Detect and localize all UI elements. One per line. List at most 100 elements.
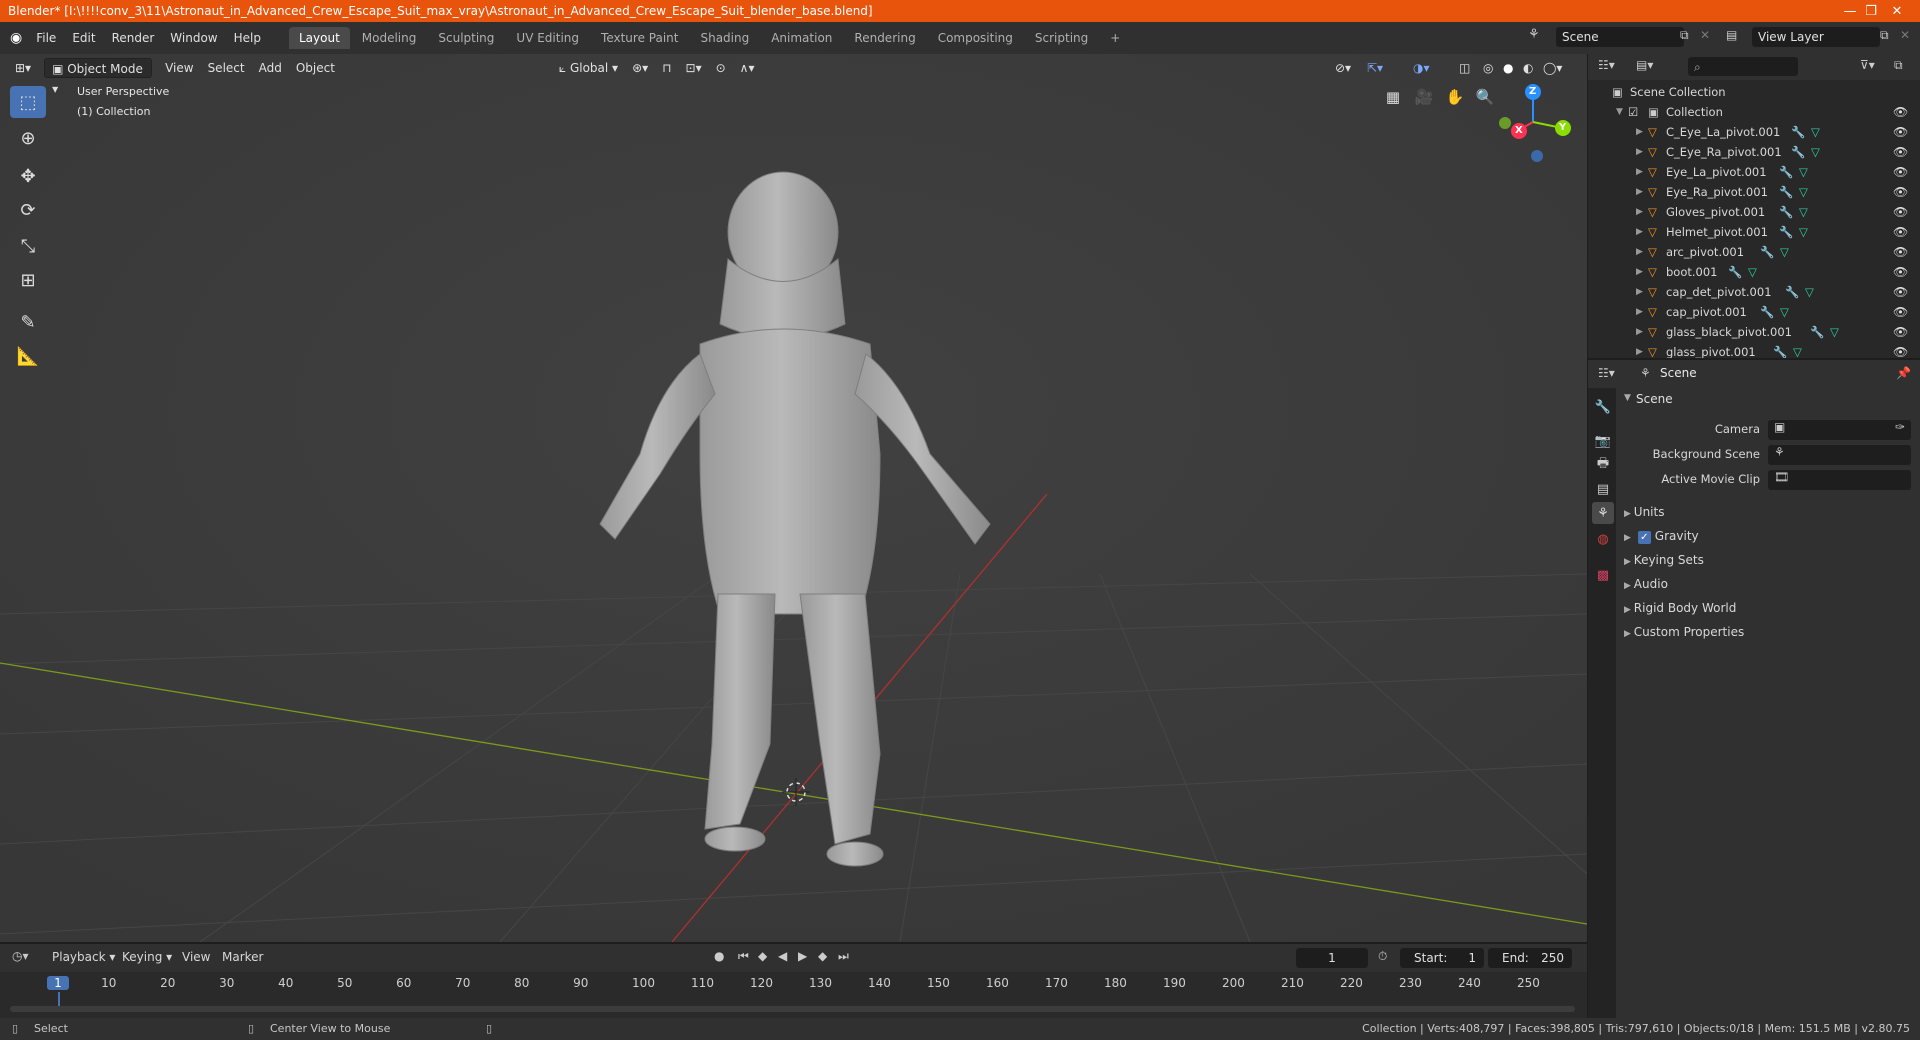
menu-playback[interactable]: Playback ▾	[52, 950, 115, 964]
scene-panel-triangle-icon[interactable]: ▼	[1624, 393, 1631, 403]
prev-keyframe-icon[interactable]: ◆	[758, 949, 767, 963]
expand-triangle-icon[interactable]: ▶	[1636, 242, 1643, 262]
rotate-tool[interactable]: ⟳	[10, 194, 46, 226]
move-tool[interactable]: ✥	[10, 160, 46, 192]
outliner-object-row[interactable]: ▶ ▽ Helmet_pivot.001 🔧 ▽ 👁	[1588, 222, 1920, 242]
end-frame-field[interactable]: End: 250	[1488, 948, 1572, 968]
mesh-data-icon[interactable]: ▽	[1799, 182, 1808, 202]
delete-view-layer-icon[interactable]: ✕	[1900, 28, 1910, 42]
background-scene-field[interactable]: ⚘	[1768, 445, 1911, 465]
eyedropper-icon[interactable]: ✑	[1895, 420, 1905, 434]
modifier-wrench-icon[interactable]: 🔧	[1779, 202, 1793, 222]
modifier-wrench-icon[interactable]: 🔧	[1810, 322, 1824, 342]
tab-compositing[interactable]: Compositing	[928, 27, 1023, 49]
eye-icon[interactable]: 👁	[1893, 142, 1908, 162]
modifier-wrench-icon[interactable]: 🔧	[1779, 222, 1793, 242]
play-reverse-icon[interactable]: ◀	[778, 949, 787, 963]
snap-icon[interactable]: ⊓	[655, 58, 678, 78]
tab-animation[interactable]: Animation	[761, 27, 842, 49]
world-tab-icon[interactable]: ◍	[1592, 528, 1614, 550]
units-section[interactable]: ▶ Units	[1624, 505, 1664, 519]
cursor-tool[interactable]: ⊕	[10, 122, 46, 154]
menu-window[interactable]: Window	[162, 26, 225, 50]
view-layer-icon[interactable]: ▤	[1726, 28, 1737, 42]
orientation-selector[interactable]: ⟀ Global ▾	[552, 58, 625, 78]
visibility-icon[interactable]: ⊘▾	[1328, 58, 1358, 78]
start-frame-field[interactable]: Start: 1	[1400, 948, 1484, 968]
outliner-object-row[interactable]: ▶ ▽ Eye_La_pivot.001 🔧 ▽ 👁	[1588, 162, 1920, 182]
properties-editor-type-icon[interactable]: ☷▾	[1598, 366, 1615, 380]
mode-selector[interactable]: ▣ Object Mode ▾	[44, 58, 153, 96]
expand-triangle-icon[interactable]: ▶	[1636, 302, 1643, 322]
expand-triangle-icon[interactable]: ▶	[1636, 342, 1643, 358]
expand-triangle-icon[interactable]: ▶	[1636, 202, 1643, 222]
stopwatch-icon[interactable]: ⏱	[1378, 949, 1387, 964]
play-icon[interactable]: ▶	[798, 949, 807, 963]
expand-triangle-icon[interactable]: ▶	[1636, 122, 1643, 142]
proportional-edit-icon[interactable]: ⊙	[709, 58, 733, 78]
jump-end-icon[interactable]: ⏭	[838, 949, 849, 964]
mesh-data-icon[interactable]: ▽	[1811, 122, 1820, 142]
menu-help[interactable]: Help	[226, 26, 269, 50]
jump-start-icon[interactable]: ⏮	[738, 949, 749, 964]
mesh-data-icon[interactable]: ▽	[1748, 262, 1757, 282]
tab-modeling[interactable]: Modeling	[352, 27, 427, 49]
expand-triangle-icon[interactable]: ▶	[1636, 262, 1643, 282]
xray-toggle-icon[interactable]: ◫	[1452, 58, 1477, 78]
expand-triangle-icon[interactable]: ▶	[1636, 182, 1643, 202]
menu-marker[interactable]: Marker	[222, 950, 263, 964]
editor-type-icon[interactable]: ⊞▾	[8, 58, 38, 78]
custom-properties-section[interactable]: ▶ Custom Properties	[1624, 625, 1744, 639]
new-collection-icon[interactable]: ⧉	[1894, 58, 1903, 73]
mesh-data-icon[interactable]: ▽	[1805, 282, 1814, 302]
rendered-shading-icon[interactable]: ◯▾	[1536, 58, 1569, 78]
outliner-editor-type-icon[interactable]: ☷▾	[1598, 58, 1615, 72]
modifier-wrench-icon[interactable]: 🔧	[1779, 162, 1793, 182]
eye-icon[interactable]: 👁	[1893, 102, 1908, 122]
pin-icon[interactable]: 📌	[1896, 366, 1911, 380]
tab-uv-editing[interactable]: UV Editing	[506, 27, 589, 49]
rigid-body-world-section[interactable]: ▶ Rigid Body World	[1624, 601, 1736, 615]
menu-object[interactable]: Object	[289, 58, 342, 78]
outliner-scene-collection[interactable]: ▣ Scene Collection	[1588, 82, 1920, 102]
measure-tool[interactable]: 📐	[10, 340, 46, 372]
tab-sculpting[interactable]: Sculpting	[428, 27, 504, 49]
menu-file[interactable]: File	[28, 26, 64, 50]
eye-icon[interactable]: 👁	[1893, 302, 1908, 322]
eye-icon[interactable]: 👁	[1893, 182, 1908, 202]
menu-timeline-view[interactable]: View	[182, 950, 210, 964]
tab-layout[interactable]: Layout	[288, 27, 350, 49]
timeline-scrollbar[interactable]	[10, 1006, 1575, 1012]
mesh-data-icon[interactable]: ▽	[1830, 322, 1839, 342]
outliner-object-row[interactable]: ▶ ▽ Eye_Ra_pivot.001 🔧 ▽ 👁	[1588, 182, 1920, 202]
outliner-object-row[interactable]: ▶ ▽ C_Eye_Ra_pivot.001 🔧 ▽ 👁	[1588, 142, 1920, 162]
modifier-wrench-icon[interactable]: 🔧	[1760, 242, 1774, 262]
timeline-editor-type-icon[interactable]: ◷▾	[12, 949, 29, 963]
gizmo-toggle-icon[interactable]: ⇱▾	[1360, 58, 1390, 78]
select-box-tool[interactable]: ⬚	[10, 86, 46, 118]
delete-scene-icon[interactable]: ✕	[1700, 28, 1710, 42]
eye-icon[interactable]: 👁	[1893, 342, 1908, 358]
active-movie-clip-field[interactable]: 🎞	[1768, 470, 1911, 490]
eye-icon[interactable]: 👁	[1893, 262, 1908, 282]
modifier-wrench-icon[interactable]: 🔧	[1760, 302, 1774, 322]
outliner-object-row[interactable]: ▶ ▽ arc_pivot.001 🔧 ▽ 👁	[1588, 242, 1920, 262]
modifier-wrench-icon[interactable]: 🔧	[1791, 142, 1805, 162]
camera-view-icon[interactable]: 🎥	[1411, 84, 1437, 110]
filter-icon[interactable]: ⊽▾	[1860, 58, 1875, 72]
menu-select[interactable]: Select	[201, 58, 252, 78]
expand-triangle-icon[interactable]: ▶	[1636, 222, 1643, 242]
next-keyframe-icon[interactable]: ◆	[818, 949, 827, 963]
transform-tool[interactable]: ⊞	[10, 264, 46, 296]
blender-logo-icon[interactable]: ◉	[10, 30, 22, 46]
pivot-point-icon[interactable]: ⊛▾	[625, 58, 655, 78]
outliner-object-row[interactable]: ▶ ▽ cap_pivot.001 🔧 ▽ 👁	[1588, 302, 1920, 322]
zoom-view-icon[interactable]: 🔍	[1472, 84, 1498, 110]
display-mode-icon[interactable]: ▤▾	[1636, 58, 1653, 72]
modifier-wrench-icon[interactable]: 🔧	[1728, 262, 1742, 282]
pan-view-icon[interactable]: ✋	[1442, 84, 1468, 110]
mesh-data-icon[interactable]: ▽	[1799, 222, 1808, 242]
tab-scripting[interactable]: Scripting	[1025, 27, 1098, 49]
outliner-object-row[interactable]: ▶ ▽ glass_pivot.001 🔧 ▽ 👁	[1588, 342, 1920, 358]
outliner-object-row[interactable]: ▶ ▽ C_Eye_La_pivot.001 🔧 ▽ 👁	[1588, 122, 1920, 142]
